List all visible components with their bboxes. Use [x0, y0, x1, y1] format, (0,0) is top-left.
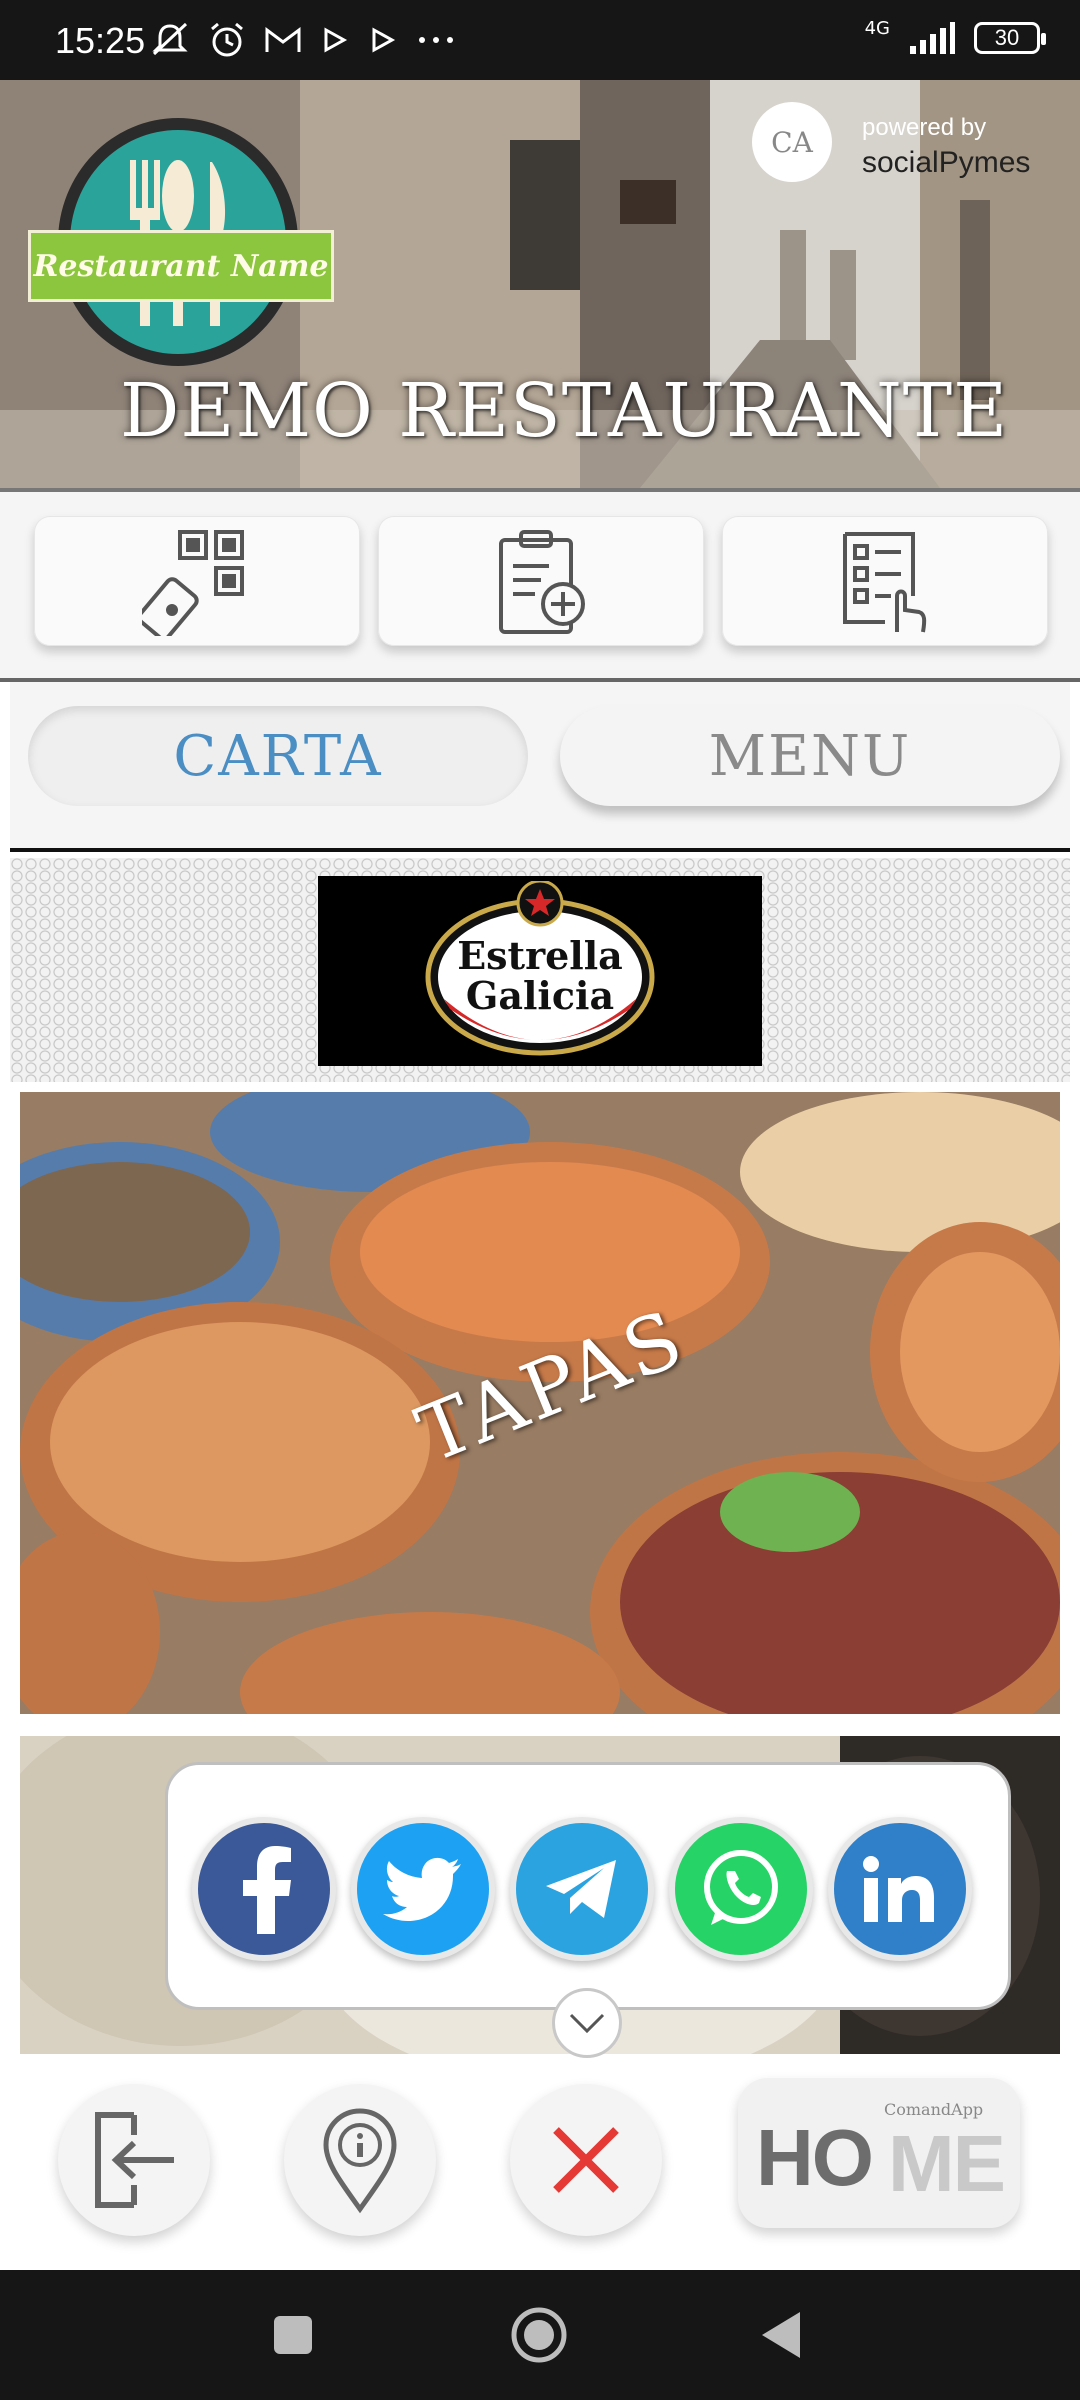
divider — [10, 848, 1070, 852]
alarm-icon — [211, 22, 243, 57]
twitter-share-button[interactable] — [351, 1817, 495, 1961]
location-info-icon — [323, 2108, 397, 2214]
tab-carta[interactable]: CARTA — [28, 706, 528, 806]
chevron-down-icon — [569, 2013, 605, 2034]
whatsapp-share-button[interactable] — [669, 1817, 813, 1961]
telegram-share-button[interactable] — [510, 1817, 654, 1961]
category-card-tapas[interactable]: TAPAS — [20, 1092, 1060, 1714]
collapse-share-button[interactable] — [552, 1988, 622, 2058]
mute-icon — [152, 22, 188, 56]
menu-tabs: CARTA MENU — [10, 682, 1070, 850]
qr-scan-button[interactable] — [34, 516, 360, 646]
app-screen: 15:25 4G 30 Restaurant Name DEMO RESTAUR… — [0, 0, 1080, 2400]
clipboard-add-icon — [499, 530, 585, 634]
status-bar: 15:25 4G 30 — [0, 0, 1080, 80]
facebook-icon — [243, 1846, 291, 1934]
quick-actions — [0, 492, 1080, 678]
add-order-button[interactable] — [378, 516, 704, 646]
play-icon — [372, 27, 396, 53]
signal-icon — [910, 22, 955, 54]
home-label-me: ME — [888, 2119, 1006, 2208]
close-icon — [553, 2127, 619, 2193]
home-nav-icon[interactable] — [510, 2306, 568, 2364]
restaurant-logo: Restaurant Name — [28, 118, 338, 388]
bottom-action-bar: HO ME ComandApp — [0, 2060, 1080, 2270]
linkedin-icon — [863, 1856, 934, 1922]
gmail-icon — [265, 27, 301, 52]
status-time: 15:25 — [55, 20, 146, 61]
system-nav-bar — [0, 2270, 1080, 2400]
system-status: 4G 30 — [864, 17, 1046, 56]
sponsor-logo: Estrella Galicia — [318, 876, 762, 1066]
more-icon — [419, 37, 453, 43]
home-sublabel: ComandApp — [884, 2100, 984, 2119]
logo-banner: Restaurant Name — [28, 230, 334, 302]
page-title: DEMO RESTAURANTE — [120, 368, 1009, 454]
tab-menu[interactable]: MENU — [560, 706, 1060, 806]
logo-text: Restaurant Name — [33, 248, 329, 284]
logout-icon — [95, 2112, 174, 2208]
facebook-share-button[interactable] — [192, 1817, 336, 1961]
comandapp-badge: CA — [752, 102, 832, 182]
sponsor-line1: Estrella — [457, 933, 623, 978]
notification-icons — [150, 22, 456, 58]
whatsapp-icon — [704, 1850, 778, 1925]
network-type: 4G — [864, 17, 890, 39]
powered-by-brand: socialPymes — [862, 146, 1031, 179]
qr-scan-icon — [142, 530, 244, 636]
powered-by-label: powered by — [862, 114, 987, 141]
back-nav-icon[interactable] — [760, 2310, 804, 2360]
estrella-galicia-logo: Estrella Galicia — [425, 881, 655, 1056]
linkedin-share-button[interactable] — [828, 1817, 972, 1961]
checklist-button[interactable] — [722, 516, 1048, 646]
close-button[interactable] — [510, 2084, 662, 2236]
sponsor-banner[interactable]: Estrella Galicia — [10, 858, 1070, 1082]
home-label-ho: HO — [756, 2113, 874, 2202]
powered-by[interactable]: CA powered by socialPymes — [752, 88, 1072, 198]
home-button[interactable]: HO ME ComandApp — [738, 2078, 1020, 2228]
share-panel — [165, 1762, 1011, 2010]
twitter-icon — [383, 1857, 461, 1922]
restaurant-header: Restaurant Name DEMO RESTAURANTE CA powe… — [0, 80, 1080, 488]
play-icon — [324, 27, 348, 53]
telegram-icon — [546, 1860, 616, 1918]
logout-button[interactable] — [58, 2084, 210, 2236]
checklist-icon — [843, 532, 927, 633]
recents-icon[interactable] — [272, 2314, 314, 2356]
battery-indicator: 30 — [974, 22, 1046, 54]
location-info-button[interactable] — [284, 2084, 436, 2236]
sponsor-line2: Galicia — [466, 973, 614, 1018]
